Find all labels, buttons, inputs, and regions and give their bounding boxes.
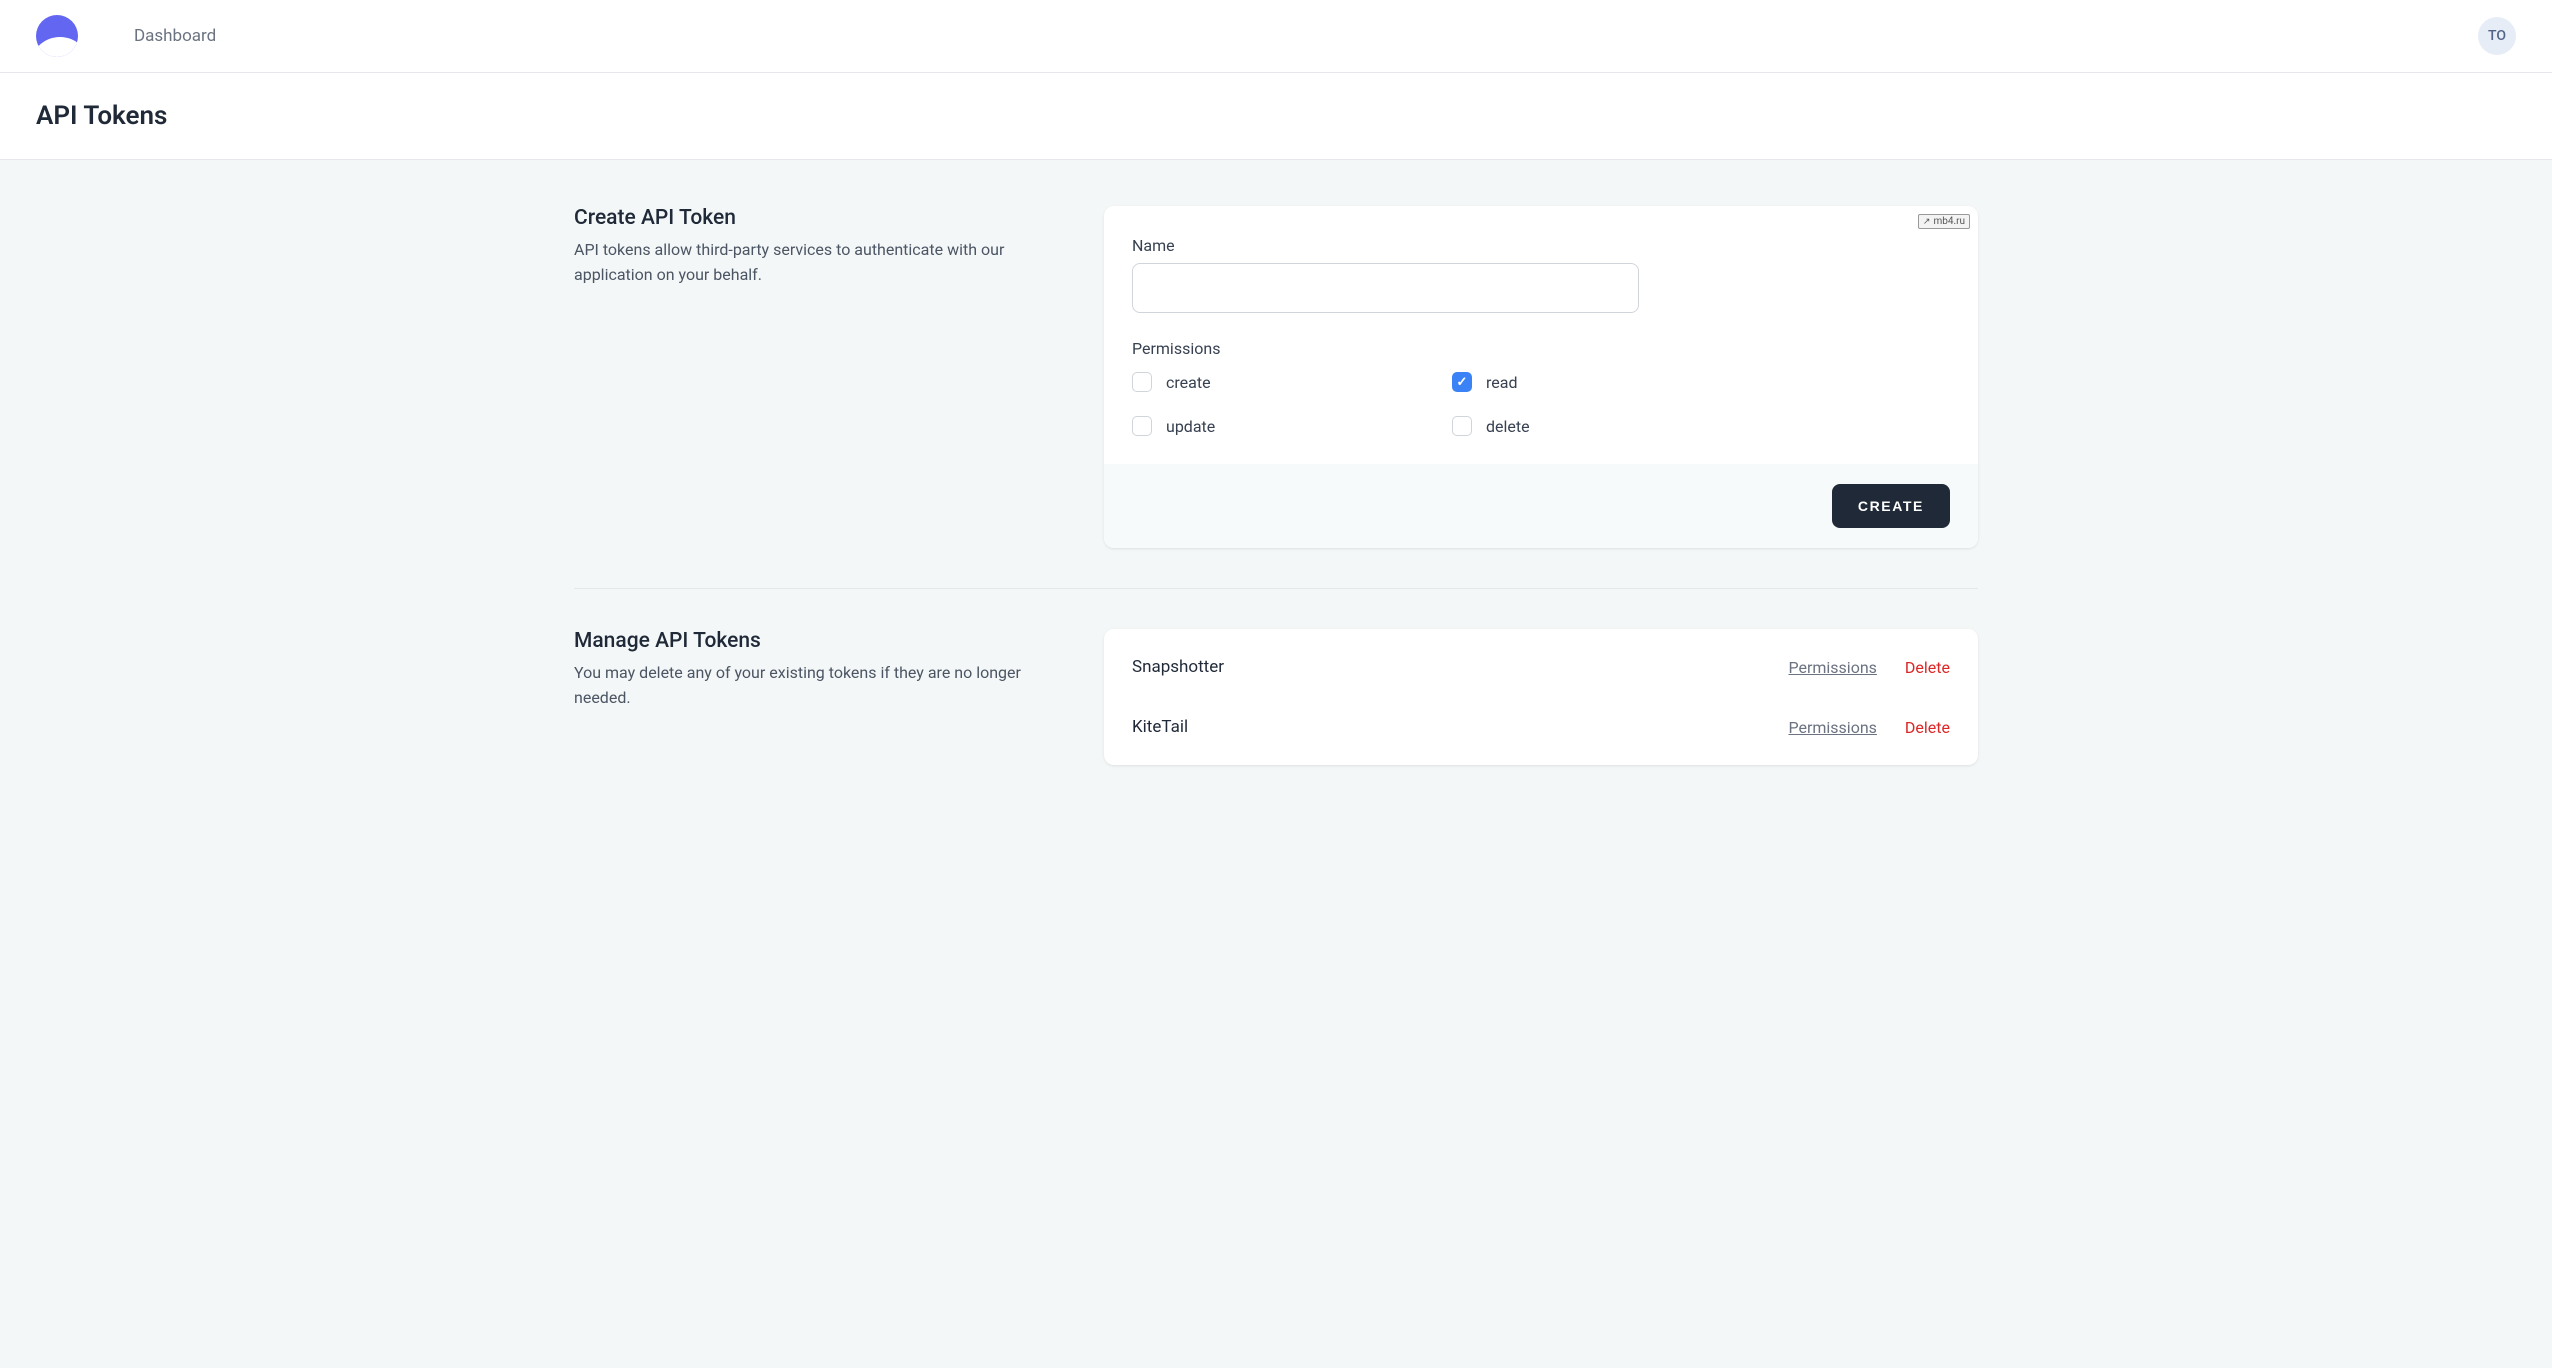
create-token-card: mb4.ru Name Permissions create read update… [1104,206,1978,548]
token-actions: Permissions Delete [1788,718,1950,737]
permission-update[interactable]: update [1132,416,1412,436]
permission-update-checkbox[interactable] [1132,416,1152,436]
permission-read[interactable]: read [1452,372,1732,392]
manage-tokens-description: You may delete any of your existing toke… [574,661,1044,711]
token-row: Snapshotter Permissions Delete [1104,637,1978,697]
permission-read-label: read [1486,373,1517,392]
page-title: API Tokens [36,101,2516,131]
token-row: KiteTail Permissions Delete [1104,697,1978,757]
token-name: Snapshotter [1132,657,1224,677]
token-list: Snapshotter Permissions Delete KiteTail Perm… [1104,629,1978,765]
token-name-input[interactable] [1132,263,1639,313]
name-label: Name [1132,236,1950,255]
token-permissions-link[interactable]: Permissions [1788,718,1876,737]
token-delete-link[interactable]: Delete [1905,658,1950,677]
create-token-aside: Create API Token API tokens allow third-… [574,206,1044,548]
avatar[interactable]: TO [2478,17,2516,55]
section-divider [574,588,1978,589]
manage-tokens-heading: Manage API Tokens [574,629,1044,653]
nav-dashboard-link[interactable]: Dashboard [134,26,216,46]
permission-create[interactable]: create [1132,372,1412,392]
page-header: API Tokens [0,73,2552,160]
create-token-description: API tokens allow third-party services to… [574,238,1044,288]
permission-read-checkbox[interactable] [1452,372,1472,392]
permission-delete-checkbox[interactable] [1452,416,1472,436]
manage-tokens-section: Manage API Tokens You may delete any of … [574,629,1978,765]
topbar-left: Dashboard [36,15,216,57]
permissions-grid: create read update delete [1132,372,1732,436]
token-permissions-link[interactable]: Permissions [1788,658,1876,677]
token-delete-link[interactable]: Delete [1905,718,1950,737]
manage-tokens-card: Snapshotter Permissions Delete KiteTail Perm… [1104,629,1978,765]
create-token-main: mb4.ru Name Permissions create read update… [1104,206,1978,548]
permissions-label: Permissions [1132,339,1950,358]
app-logo-icon[interactable] [36,15,78,57]
create-token-card-footer: CREATE [1104,464,1978,548]
token-name: KiteTail [1132,717,1188,737]
permission-delete-label: delete [1486,417,1530,436]
watermark-badge: mb4.ru [1918,214,1970,229]
manage-tokens-aside: Manage API Tokens You may delete any of … [574,629,1044,765]
permission-delete[interactable]: delete [1452,416,1732,436]
main-container: Create API Token API tokens allow third-… [538,160,2014,805]
create-button[interactable]: CREATE [1832,484,1950,528]
manage-tokens-main: Snapshotter Permissions Delete KiteTail Perm… [1104,629,1978,765]
permission-create-label: create [1166,373,1211,392]
create-token-heading: Create API Token [574,206,1044,230]
create-token-card-body: Name Permissions create read update delete [1104,206,1978,464]
permission-update-label: update [1166,417,1215,436]
permission-create-checkbox[interactable] [1132,372,1152,392]
topbar: Dashboard TO [0,0,2552,73]
token-actions: Permissions Delete [1788,658,1950,677]
create-token-section: Create API Token API tokens allow third-… [574,206,1978,548]
